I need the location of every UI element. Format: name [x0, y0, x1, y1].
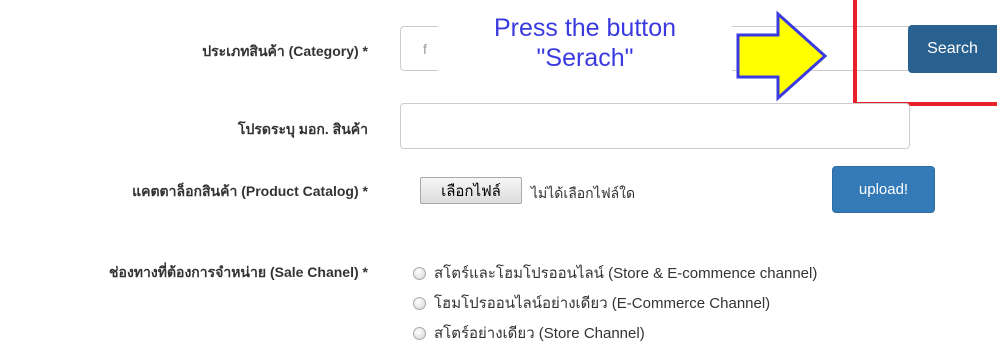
- radio-button[interactable]: [413, 266, 426, 280]
- sale-channel-option-store[interactable]: สโตร์อย่างเดียว (Store Channel): [413, 321, 645, 345]
- sale-channel-option-store-ecommerce[interactable]: สโตร์และโฮมโปรออนไลน์ (Store & E-commenc…: [413, 261, 817, 285]
- form-page: ประเภทสินค้า (Category) * f า Search Pre…: [0, 0, 997, 346]
- category-label: ประเภทสินค้า (Category) *: [202, 43, 368, 59]
- catalog-label: แคตตาล็อกสินค้า (Product Catalog) *: [132, 183, 368, 199]
- no-file-text: ไม่ได้เลือกไฟล์ใด: [531, 185, 636, 201]
- tis-input[interactable]: [400, 103, 910, 149]
- instruction-text: Press the button "Serach": [438, 13, 732, 79]
- arrow-right-icon: [736, 10, 828, 102]
- tis-label: โปรดระบุ มอก. สินค้า: [237, 121, 368, 137]
- sale-channel-option-label: สโตร์และโฮมโปรออนไลน์ (Store & E-commenc…: [434, 265, 818, 282]
- radio-button[interactable]: [413, 326, 426, 340]
- category-placeholder-start: f: [423, 41, 427, 57]
- instruction-line-1: Press the button: [493, 14, 677, 42]
- sale-channel-option-label: สโตร์อย่างเดียว (Store Channel): [434, 325, 645, 342]
- radio-button[interactable]: [413, 296, 426, 310]
- upload-button[interactable]: upload!: [832, 166, 935, 213]
- search-button[interactable]: Search: [908, 25, 997, 73]
- instruction-line-2: "Serach": [536, 44, 634, 72]
- sale-channel-label: ช่องทางที่ต้องการจำหน่าย (Sale Chanel) *: [109, 264, 368, 280]
- sale-channel-option-label: โฮมโปรออนไลน์อย่างเดียว (E-Commerce Chan…: [434, 295, 771, 312]
- sale-channel-option-ecommerce[interactable]: โฮมโปรออนไลน์อย่างเดียว (E-Commerce Chan…: [413, 291, 770, 315]
- choose-file-button[interactable]: เลือกไฟล์: [420, 177, 522, 204]
